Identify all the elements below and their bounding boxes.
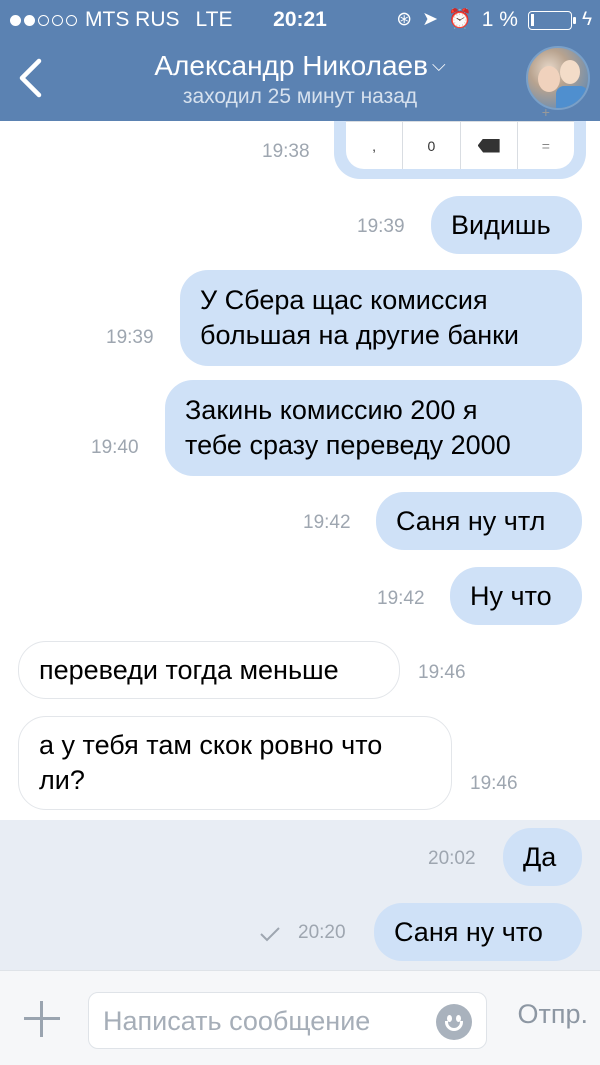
outgoing-message[interactable]: Ну что (450, 567, 582, 625)
composer-bar: Отпр. (0, 970, 600, 1065)
message-text: Саня ну чтл (396, 505, 546, 536)
location-icon: ➤ (422, 9, 439, 30)
message-input[interactable] (103, 1001, 433, 1041)
message-time: 19:42 (303, 512, 351, 533)
backspace-icon (461, 122, 518, 169)
rotation-lock-icon: ⊛ (396, 9, 413, 30)
chat-title[interactable]: Александр Николаев ⌵ заходил 25 минут наз… (100, 48, 500, 111)
contact-name: Александр Николаев (154, 50, 428, 81)
charging-icon: ϟ (581, 9, 592, 30)
message-text: Видишь (451, 209, 551, 240)
back-button[interactable] (12, 56, 48, 100)
message-time: 19:39 (106, 327, 154, 348)
message-text-line: Закинь комиссию 200 я (185, 395, 478, 425)
message-text-line: У Сбера щас комиссия (200, 285, 488, 315)
chevron-left-icon (19, 58, 42, 98)
outgoing-message[interactable]: Саня ну чтл (376, 492, 582, 550)
send-button[interactable]: Отпр. (517, 999, 588, 1030)
battery-percent: 1 % (481, 8, 518, 31)
calculator-key: = (518, 104, 574, 169)
message-text: Саня ну что (394, 916, 543, 947)
message-time: 19:40 (91, 437, 139, 458)
calculator-keypad-image: , 0 = (346, 104, 574, 169)
message-text: переведи тогда меньше (39, 654, 339, 685)
contact-last-seen: заходил 25 минут назад (182, 85, 418, 108)
header: MTS RUS LTE 20:21 ⊛ ➤ ⏰ 1 % ϟ Александр … (0, 0, 600, 121)
outgoing-message[interactable]: Видишь (431, 196, 582, 254)
calculator-key: 0 (403, 122, 461, 169)
outgoing-message[interactable]: Закинь комиссию 200 я тебе сразу перевед… (165, 380, 582, 476)
message-text: Да (523, 841, 557, 872)
battery-icon (527, 10, 576, 30)
alarm-icon: ⏰ (448, 9, 472, 30)
message-text-line: большая на другие банки (200, 320, 520, 350)
image-message[interactable]: , 0 = (334, 104, 586, 179)
message-time: 19:38 (262, 141, 310, 162)
calculator-key: , (346, 122, 404, 169)
message-time: 19:42 (377, 588, 425, 609)
outgoing-message[interactable]: Да (503, 828, 582, 886)
message-time: 20:20 (298, 922, 346, 943)
message-time: 19:46 (470, 773, 518, 794)
message-text: Ну что (470, 580, 552, 611)
incoming-message[interactable]: а у тебя там скок ровно что ли? (18, 716, 452, 810)
checkmark-icon (260, 927, 280, 942)
message-time: 19:46 (418, 662, 466, 683)
status-bar: MTS RUS LTE 20:21 ⊛ ➤ ⏰ 1 % ϟ (0, 0, 600, 40)
message-field-container[interactable] (88, 992, 487, 1049)
message-time: 19:39 (357, 216, 405, 237)
message-text-line: тебе сразу переведу 2000 (185, 430, 511, 460)
incoming-message[interactable]: переведи тогда меньше (18, 641, 400, 699)
message-time: 20:02 (428, 848, 476, 869)
avatar[interactable] (526, 46, 590, 110)
outgoing-message[interactable]: Саня ну что (374, 903, 582, 961)
smile-icon[interactable] (436, 1004, 472, 1040)
message-text-line: а у тебя там скок ровно что (39, 730, 383, 760)
attach-button[interactable] (22, 999, 62, 1039)
message-text-line: ли? (39, 765, 85, 795)
outgoing-message[interactable]: У Сбера щас комиссия большая на другие б… (180, 270, 582, 366)
chevron-down-icon: ⌵ (431, 55, 446, 75)
